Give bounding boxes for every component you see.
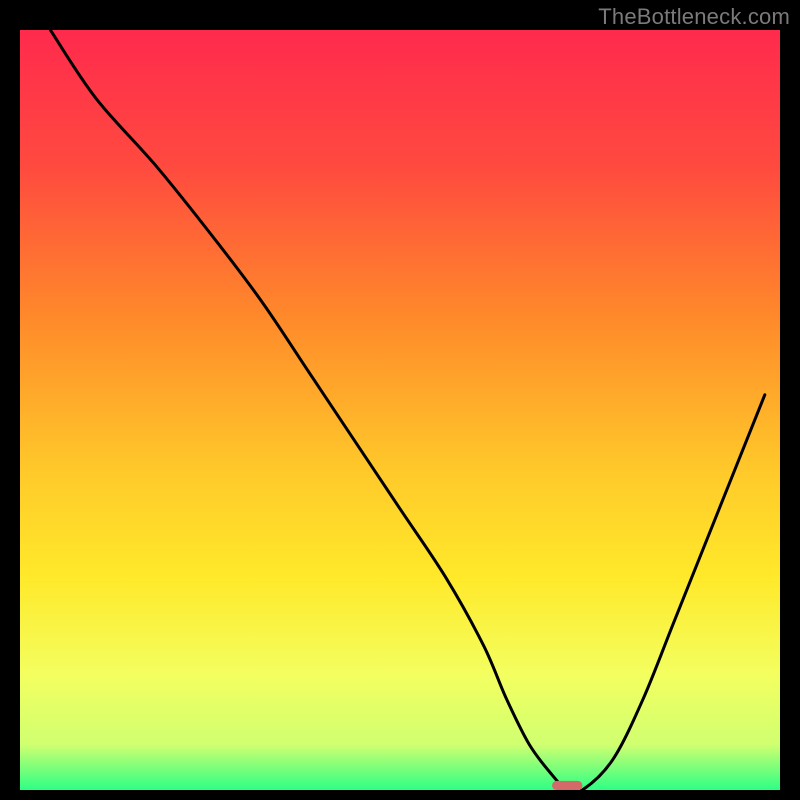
watermark-text: TheBottleneck.com xyxy=(598,4,790,30)
plot-area xyxy=(20,30,780,790)
chart-container: TheBottleneck.com xyxy=(0,0,800,800)
background-gradient xyxy=(20,30,780,790)
